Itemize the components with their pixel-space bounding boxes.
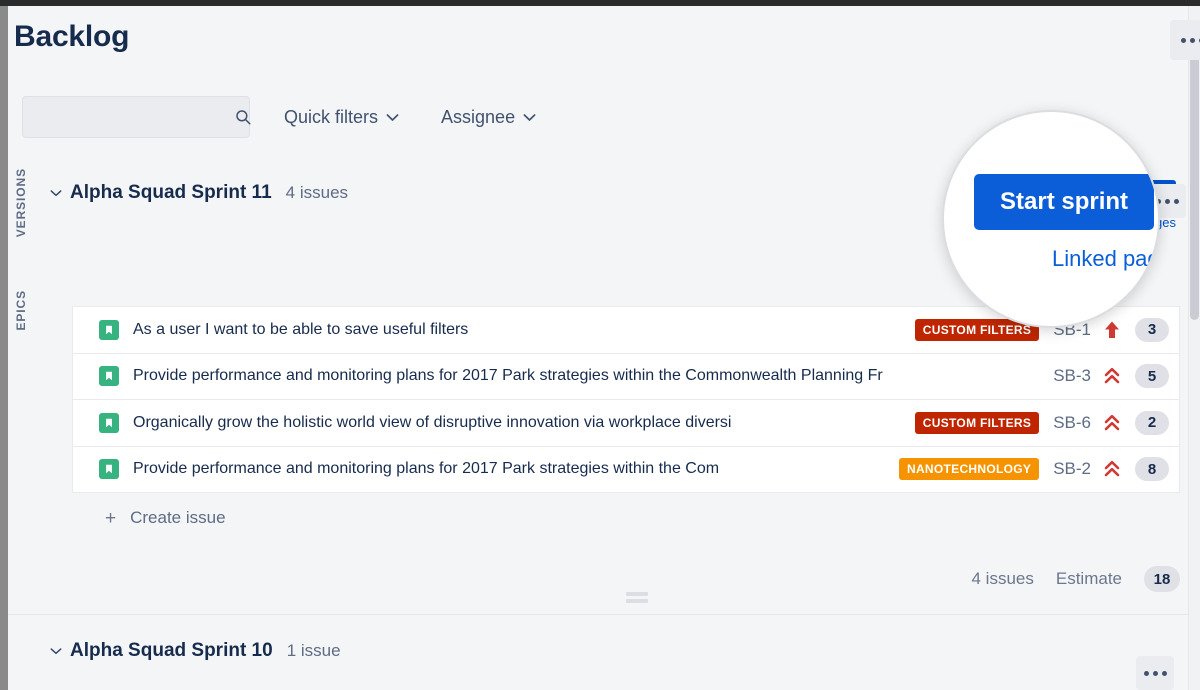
assignee-dropdown[interactable]: Assignee (433, 101, 544, 134)
bookmark-glyph (103, 324, 115, 336)
issue-summary[interactable]: Provide performance and monitoring plans… (133, 367, 1053, 385)
issue-meta: NANOTECHNOLOGY SB-2 8 (899, 457, 1169, 481)
table-row[interactable]: Provide performance and monitoring plans… (73, 447, 1179, 494)
handle-bar (626, 599, 648, 603)
issue-summary[interactable]: Organically grow the holistic world view… (133, 414, 915, 432)
story-points-badge: 8 (1135, 457, 1169, 481)
issue-summary[interactable]: Provide performance and monitoring plans… (133, 460, 899, 478)
story-points-badge: 5 (1135, 364, 1169, 388)
quick-filters-label: Quick filters (284, 107, 378, 128)
sprint-issue-count: 4 issues (286, 183, 348, 203)
sprint-10-more-button[interactable] (1136, 656, 1174, 690)
story-icon (99, 366, 119, 386)
table-row[interactable]: Provide performance and monitoring plans… (73, 354, 1179, 401)
issue-key[interactable]: SB-2 (1053, 459, 1091, 479)
sprint-name: Alpha Squad Sprint 11 (70, 182, 272, 204)
dot-icon (1190, 38, 1195, 43)
handle-bar (626, 592, 648, 596)
sprint-issue-count: 1 issue (287, 641, 341, 661)
magnified-linked-pages-link[interactable]: Linked pages (1052, 246, 1160, 272)
table-row[interactable]: Organically grow the holistic world view… (73, 400, 1179, 447)
backlog-screen: Backlog Quick filters Assignee VERSIONS … (0, 0, 1200, 690)
dot-icon (1144, 671, 1149, 676)
section-divider (8, 614, 1188, 615)
rail-label-versions[interactable]: VERSIONS (14, 168, 28, 237)
page-scrollbar-track[interactable] (1188, 6, 1200, 690)
sprint-name: Alpha Squad Sprint 10 (70, 640, 273, 662)
issue-summary[interactable]: As a user I want to be able to save usef… (133, 321, 915, 339)
assignee-label: Assignee (441, 107, 515, 128)
issue-meta: SB-3 5 (1053, 364, 1169, 388)
bookmark-glyph (103, 417, 115, 429)
magnifier-lens: Start sprint Linked pages (942, 110, 1160, 328)
sprint-resize-handle[interactable] (626, 592, 648, 603)
sprint-header-11[interactable]: Alpha Squad Sprint 11 4 issues (50, 182, 348, 204)
search-box[interactable] (22, 96, 250, 138)
priority-high-icon (1103, 459, 1121, 479)
chevron-down-icon[interactable] (50, 187, 62, 199)
chevron-down-icon (523, 113, 536, 122)
issue-label-chip[interactable]: NANOTECHNOLOGY (899, 458, 1039, 480)
footer-estimate-label: Estimate (1056, 569, 1122, 589)
bookmark-glyph (103, 463, 115, 475)
dot-icon (1174, 199, 1179, 204)
dot-icon (1162, 671, 1167, 676)
priority-high-icon (1103, 366, 1121, 386)
magnified-start-sprint-button[interactable]: Start sprint (974, 174, 1154, 230)
chevron-down-icon[interactable] (50, 645, 62, 657)
priority-high-icon (1103, 413, 1121, 433)
create-issue-label: Create issue (130, 508, 225, 528)
page-title: Backlog (14, 20, 129, 54)
story-icon (99, 459, 119, 479)
top-right-overflow-button[interactable] (1170, 20, 1200, 60)
quick-filters-dropdown[interactable]: Quick filters (276, 101, 407, 134)
issue-key[interactable]: SB-6 (1053, 413, 1091, 433)
sprint-header-10[interactable]: Alpha Squad Sprint 10 1 issue (50, 640, 341, 662)
search-icon (234, 108, 252, 126)
backlog-toolbar: Quick filters Assignee (22, 96, 544, 138)
issue-label-chip[interactable]: CUSTOM FILTERS (915, 412, 1039, 434)
footer-estimate-value: 18 (1144, 566, 1180, 592)
story-icon (99, 413, 119, 433)
search-input[interactable] (35, 109, 234, 126)
story-points-badge: 2 (1135, 411, 1169, 435)
footer-issue-count: 4 issues (971, 569, 1033, 589)
issue-list: As a user I want to be able to save usef… (72, 306, 1180, 493)
story-icon (99, 320, 119, 340)
page-scrollbar-thumb[interactable] (1190, 20, 1199, 320)
sprint-footer-summary: 4 issues Estimate 18 (971, 566, 1180, 592)
bookmark-glyph (103, 370, 115, 382)
window-left-edge (0, 0, 8, 690)
chevron-down-icon (386, 113, 399, 122)
issue-meta: CUSTOM FILTERS SB-6 2 (915, 411, 1169, 435)
issue-key[interactable]: SB-3 (1053, 366, 1091, 386)
create-issue-button[interactable]: + Create issue (105, 508, 226, 528)
plus-icon: + (105, 509, 116, 528)
dot-icon (1165, 199, 1170, 204)
rail-label-epics[interactable]: EPICS (14, 290, 28, 331)
magnifier-lens-content: Start sprint Linked pages (944, 112, 1158, 326)
dot-icon (1153, 671, 1158, 676)
dot-icon (1181, 38, 1186, 43)
